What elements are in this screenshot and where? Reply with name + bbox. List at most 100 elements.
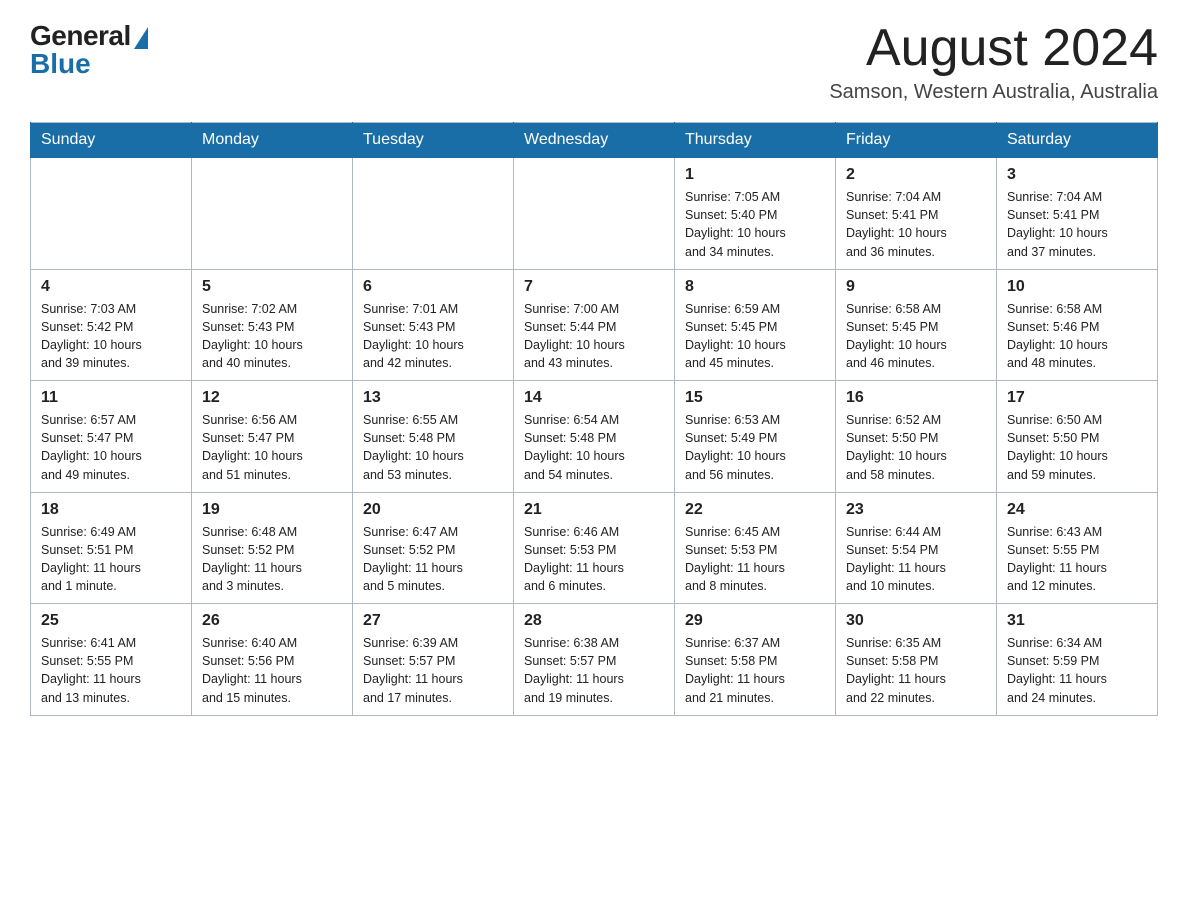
calendar-cell: 10 Sunrise: 6:58 AMSunset: 5:46 PMDayligh… [997, 269, 1158, 381]
calendar-cell: 17 Sunrise: 6:50 AMSunset: 5:50 PMDayligh… [997, 381, 1158, 493]
day-info: Sunrise: 6:56 AMSunset: 5:47 PMDaylight:… [202, 411, 342, 484]
calendar-cell: 11 Sunrise: 6:57 AMSunset: 5:47 PMDayligh… [31, 381, 192, 493]
day-info: Sunrise: 6:50 AMSunset: 5:50 PMDaylight:… [1007, 411, 1147, 484]
calendar-cell: 27 Sunrise: 6:39 AMSunset: 5:57 PMDayligh… [353, 604, 514, 716]
calendar-cell: 9 Sunrise: 6:58 AMSunset: 5:45 PMDaylight… [836, 269, 997, 381]
calendar-cell: 8 Sunrise: 6:59 AMSunset: 5:45 PMDaylight… [675, 269, 836, 381]
day-number: 31 [1007, 612, 1147, 630]
day-info: Sunrise: 6:53 AMSunset: 5:49 PMDaylight:… [685, 411, 825, 484]
month-year-title: August 2024 [829, 20, 1158, 77]
day-number: 1 [685, 166, 825, 184]
calendar-cell [353, 158, 514, 270]
calendar-cell: 14Sunrise: 6:54 AMSunset: 5:48 PMDayligh… [514, 381, 675, 493]
logo-triangle-icon [134, 27, 148, 49]
calendar-cell: 28 Sunrise: 6:38 AMSunset: 5:57 PMDayligh… [514, 604, 675, 716]
day-number: 25 [41, 612, 181, 630]
calendar-cell: 16 Sunrise: 6:52 AMSunset: 5:50 PMDayligh… [836, 381, 997, 493]
day-info: Sunrise: 7:00 AMSunset: 5:44 PMDaylight:… [524, 300, 664, 373]
day-of-week-header: Saturday [997, 123, 1158, 158]
calendar-cell: 24 Sunrise: 6:43 AMSunset: 5:55 PMDayligh… [997, 492, 1158, 604]
day-info: Sunrise: 7:01 AMSunset: 5:43 PMDaylight:… [363, 300, 503, 373]
day-info: Sunrise: 6:54 AMSunset: 5:48 PMDaylight:… [524, 411, 664, 484]
day-info: Sunrise: 7:05 AMSunset: 5:40 PMDaylight:… [685, 188, 825, 261]
calendar-week-row: 1 Sunrise: 7:05 AMSunset: 5:40 PMDaylight… [31, 158, 1158, 270]
day-number: 8 [685, 278, 825, 296]
day-number: 11 [41, 389, 181, 407]
day-of-week-header: Friday [836, 123, 997, 158]
calendar-cell: 18 Sunrise: 6:49 AMSunset: 5:51 PMDayligh… [31, 492, 192, 604]
day-number: 10 [1007, 278, 1147, 296]
day-info: Sunrise: 6:48 AMSunset: 5:52 PMDaylight:… [202, 523, 342, 596]
day-number: 28 [524, 612, 664, 630]
day-info: Sunrise: 6:47 AMSunset: 5:52 PMDaylight:… [363, 523, 503, 596]
day-info: Sunrise: 6:46 AMSunset: 5:53 PMDaylight:… [524, 523, 664, 596]
day-number: 26 [202, 612, 342, 630]
day-info: Sunrise: 6:45 AMSunset: 5:53 PMDaylight:… [685, 523, 825, 596]
day-number: 19 [202, 501, 342, 519]
day-info: Sunrise: 6:49 AMSunset: 5:51 PMDaylight:… [41, 523, 181, 596]
calendar-cell: 29Sunrise: 6:37 AMSunset: 5:58 PMDayligh… [675, 604, 836, 716]
calendar-cell: 4 Sunrise: 7:03 AMSunset: 5:42 PMDaylight… [31, 269, 192, 381]
day-number: 27 [363, 612, 503, 630]
day-info: Sunrise: 6:39 AMSunset: 5:57 PMDaylight:… [363, 634, 503, 707]
calendar-cell: 3 Sunrise: 7:04 AMSunset: 5:41 PMDaylight… [997, 158, 1158, 270]
day-number: 15 [685, 389, 825, 407]
calendar-cell: 12Sunrise: 6:56 AMSunset: 5:47 PMDayligh… [192, 381, 353, 493]
calendar-cell: 6Sunrise: 7:01 AMSunset: 5:43 PMDaylight… [353, 269, 514, 381]
logo: General Blue [30, 20, 148, 80]
calendar-cell [192, 158, 353, 270]
calendar-cell: 19 Sunrise: 6:48 AMSunset: 5:52 PMDayligh… [192, 492, 353, 604]
day-number: 17 [1007, 389, 1147, 407]
day-number: 22 [685, 501, 825, 519]
location-subtitle: Samson, Western Australia, Australia [829, 81, 1158, 104]
day-number: 21 [524, 501, 664, 519]
day-info: Sunrise: 7:03 AMSunset: 5:42 PMDaylight:… [41, 300, 181, 373]
calendar-cell: 31Sunrise: 6:34 AMSunset: 5:59 PMDayligh… [997, 604, 1158, 716]
calendar-cell [514, 158, 675, 270]
calendar-cell: 2 Sunrise: 7:04 AMSunset: 5:41 PMDaylight… [836, 158, 997, 270]
day-number: 3 [1007, 166, 1147, 184]
calendar-table: SundayMondayTuesdayWednesdayThursdayFrid… [30, 122, 1158, 716]
calendar-cell: 20Sunrise: 6:47 AMSunset: 5:52 PMDayligh… [353, 492, 514, 604]
day-number: 18 [41, 501, 181, 519]
day-info: Sunrise: 6:57 AMSunset: 5:47 PMDaylight:… [41, 411, 181, 484]
day-number: 24 [1007, 501, 1147, 519]
day-number: 2 [846, 166, 986, 184]
day-info: Sunrise: 6:59 AMSunset: 5:45 PMDaylight:… [685, 300, 825, 373]
calendar-week-row: 18 Sunrise: 6:49 AMSunset: 5:51 PMDayligh… [31, 492, 1158, 604]
day-info: Sunrise: 6:52 AMSunset: 5:50 PMDaylight:… [846, 411, 986, 484]
day-of-week-header: Thursday [675, 123, 836, 158]
calendar-cell: 23Sunrise: 6:44 AMSunset: 5:54 PMDayligh… [836, 492, 997, 604]
calendar-cell: 15 Sunrise: 6:53 AMSunset: 5:49 PMDayligh… [675, 381, 836, 493]
day-info: Sunrise: 6:38 AMSunset: 5:57 PMDaylight:… [524, 634, 664, 707]
calendar-cell: 26 Sunrise: 6:40 AMSunset: 5:56 PMDayligh… [192, 604, 353, 716]
calendar-cell: 22 Sunrise: 6:45 AMSunset: 5:53 PMDayligh… [675, 492, 836, 604]
day-of-week-header: Tuesday [353, 123, 514, 158]
calendar-cell: 21 Sunrise: 6:46 AMSunset: 5:53 PMDayligh… [514, 492, 675, 604]
calendar-cell: 13 Sunrise: 6:55 AMSunset: 5:48 PMDayligh… [353, 381, 514, 493]
day-info: Sunrise: 6:58 AMSunset: 5:46 PMDaylight:… [1007, 300, 1147, 373]
day-number: 7 [524, 278, 664, 296]
title-block: August 2024 Samson, Western Australia, A… [829, 20, 1158, 104]
day-number: 13 [363, 389, 503, 407]
calendar-cell: 1 Sunrise: 7:05 AMSunset: 5:40 PMDaylight… [675, 158, 836, 270]
calendar-header-row: SundayMondayTuesdayWednesdayThursdayFrid… [31, 123, 1158, 158]
calendar-week-row: 11 Sunrise: 6:57 AMSunset: 5:47 PMDayligh… [31, 381, 1158, 493]
day-number: 16 [846, 389, 986, 407]
day-number: 4 [41, 278, 181, 296]
day-number: 9 [846, 278, 986, 296]
calendar-cell [31, 158, 192, 270]
calendar-week-row: 25Sunrise: 6:41 AMSunset: 5:55 PMDayligh… [31, 604, 1158, 716]
day-info: Sunrise: 6:58 AMSunset: 5:45 PMDaylight:… [846, 300, 986, 373]
day-info: Sunrise: 6:40 AMSunset: 5:56 PMDaylight:… [202, 634, 342, 707]
day-number: 23 [846, 501, 986, 519]
day-info: Sunrise: 7:04 AMSunset: 5:41 PMDaylight:… [846, 188, 986, 261]
page-header: General Blue August 2024 Samson, Western… [30, 20, 1158, 104]
day-info: Sunrise: 7:04 AMSunset: 5:41 PMDaylight:… [1007, 188, 1147, 261]
day-of-week-header: Sunday [31, 123, 192, 158]
calendar-cell: 25Sunrise: 6:41 AMSunset: 5:55 PMDayligh… [31, 604, 192, 716]
day-info: Sunrise: 6:55 AMSunset: 5:48 PMDaylight:… [363, 411, 503, 484]
day-info: Sunrise: 6:37 AMSunset: 5:58 PMDaylight:… [685, 634, 825, 707]
day-info: Sunrise: 6:43 AMSunset: 5:55 PMDaylight:… [1007, 523, 1147, 596]
day-of-week-header: Wednesday [514, 123, 675, 158]
